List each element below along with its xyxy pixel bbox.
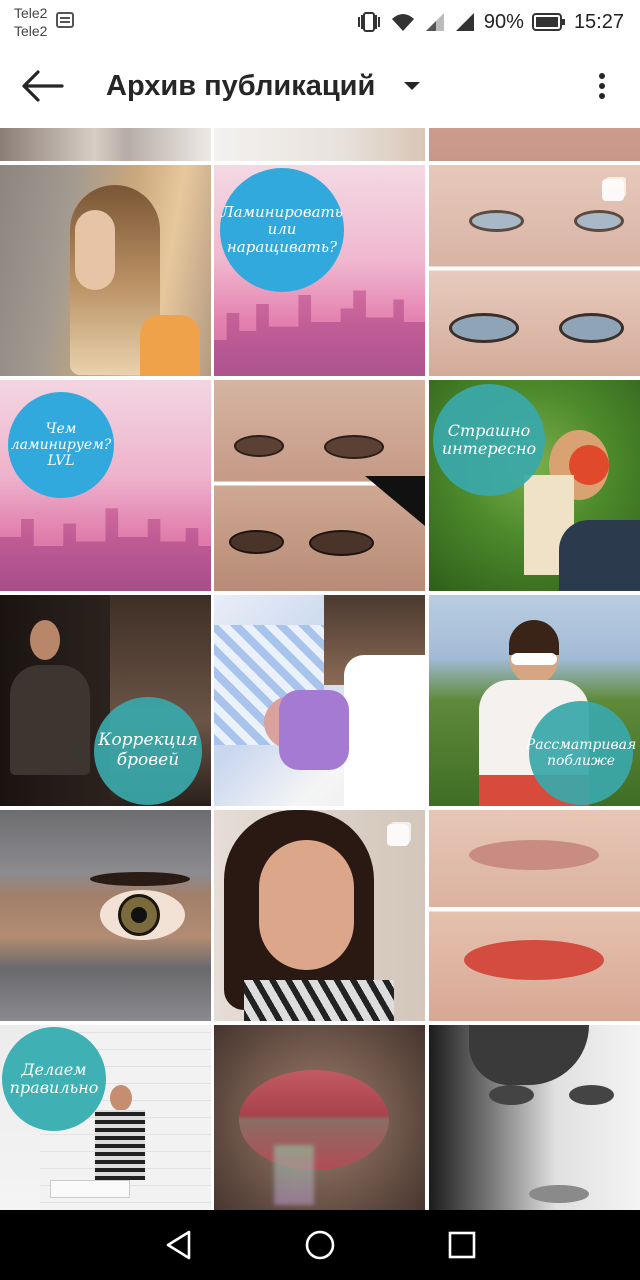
post-thumbnail[interactable]: Ламинировать или наращивать? [214,165,425,376]
post-caption: Чем ламинируем? LVL [10,420,112,470]
post-thumbnail[interactable] [0,165,211,376]
arrow-left-icon [22,70,64,102]
triangle-back-icon [166,1230,191,1260]
signal-1-icon [425,13,444,31]
post-thumbnail[interactable] [429,1025,640,1210]
post-caption-bubble: Чем ламинируем? LVL [8,392,114,498]
caret-down-icon [404,82,421,90]
post-thumbnail[interactable] [429,810,640,1021]
wifi-icon [391,14,414,31]
clock: 15:27 [573,10,624,33]
post-caption: Страшно интересно [441,420,537,458]
posts-grid: Ламинировать или наращивать? Чем ламинир… [0,128,640,1210]
post-caption-bubble: Страшно интересно [433,384,545,496]
post-thumbnail[interactable] [214,810,425,1021]
battery-percent: 90% [483,10,524,33]
post-thumbnail[interactable]: Страшно интересно [429,380,640,591]
app-bar: Архив публикаций [0,44,640,128]
multi-photo-icon [387,824,409,846]
page-title: Архив публикаций [106,69,376,102]
post-thumbnail[interactable] [214,595,425,806]
post-thumbnail[interactable]: Коррекция бровей [0,595,211,806]
post-thumbnail[interactable] [0,128,211,161]
post-thumbnail[interactable] [429,165,640,376]
sim-card-icon [56,12,74,28]
post-thumbnail[interactable]: Чем ламинируем? LVL [0,380,211,591]
post-caption: Рассматривая поближе [525,736,637,769]
post-thumbnail[interactable] [214,380,425,591]
post-thumbnail[interactable] [214,128,425,161]
archive-type-dropdown[interactable]: Архив публикаций [106,64,421,108]
post-thumbnail[interactable] [214,1025,425,1210]
post-thumbnail[interactable] [429,128,640,161]
nav-back-button[interactable] [158,1225,198,1265]
post-caption-bubble: Коррекция бровей [94,697,202,805]
signal-2-icon [455,13,474,31]
post-thumbnail[interactable] [0,810,211,1021]
post-caption-bubble: Ламинировать или наращивать? [220,168,344,292]
back-button[interactable] [14,62,70,110]
carrier-2: Tele2 [14,23,48,39]
circle-home-icon [305,1230,335,1260]
carrier-1: Tele2 [14,5,48,21]
status-bar: Tele2 Tele2 90% 15:27 [0,0,640,44]
battery-icon [531,13,565,31]
more-options-button[interactable] [586,62,618,110]
post-caption-bubble: Рассматривая поближе [525,701,637,805]
post-caption: Делаем правильно [9,1059,99,1097]
multi-photo-icon [602,179,624,201]
square-recents-icon [448,1231,476,1259]
vibrate-icon [357,12,380,32]
carrier-names: Tele2 Tele2 [14,4,47,40]
system-nav-bar [0,1210,640,1280]
post-thumbnail[interactable]: Рассматривая поближе [429,595,640,806]
nav-recents-button[interactable] [442,1225,482,1265]
post-caption: Коррекция бровей [98,730,198,770]
post-thumbnail[interactable]: Делаем правильно [0,1025,211,1210]
post-caption-bubble: Делаем правильно [2,1027,106,1131]
status-right: 90% 15:27 [356,8,624,36]
post-caption: Ламинировать или наращивать? [221,203,343,256]
more-vert-icon [599,73,605,99]
nav-home-button[interactable] [300,1225,340,1265]
